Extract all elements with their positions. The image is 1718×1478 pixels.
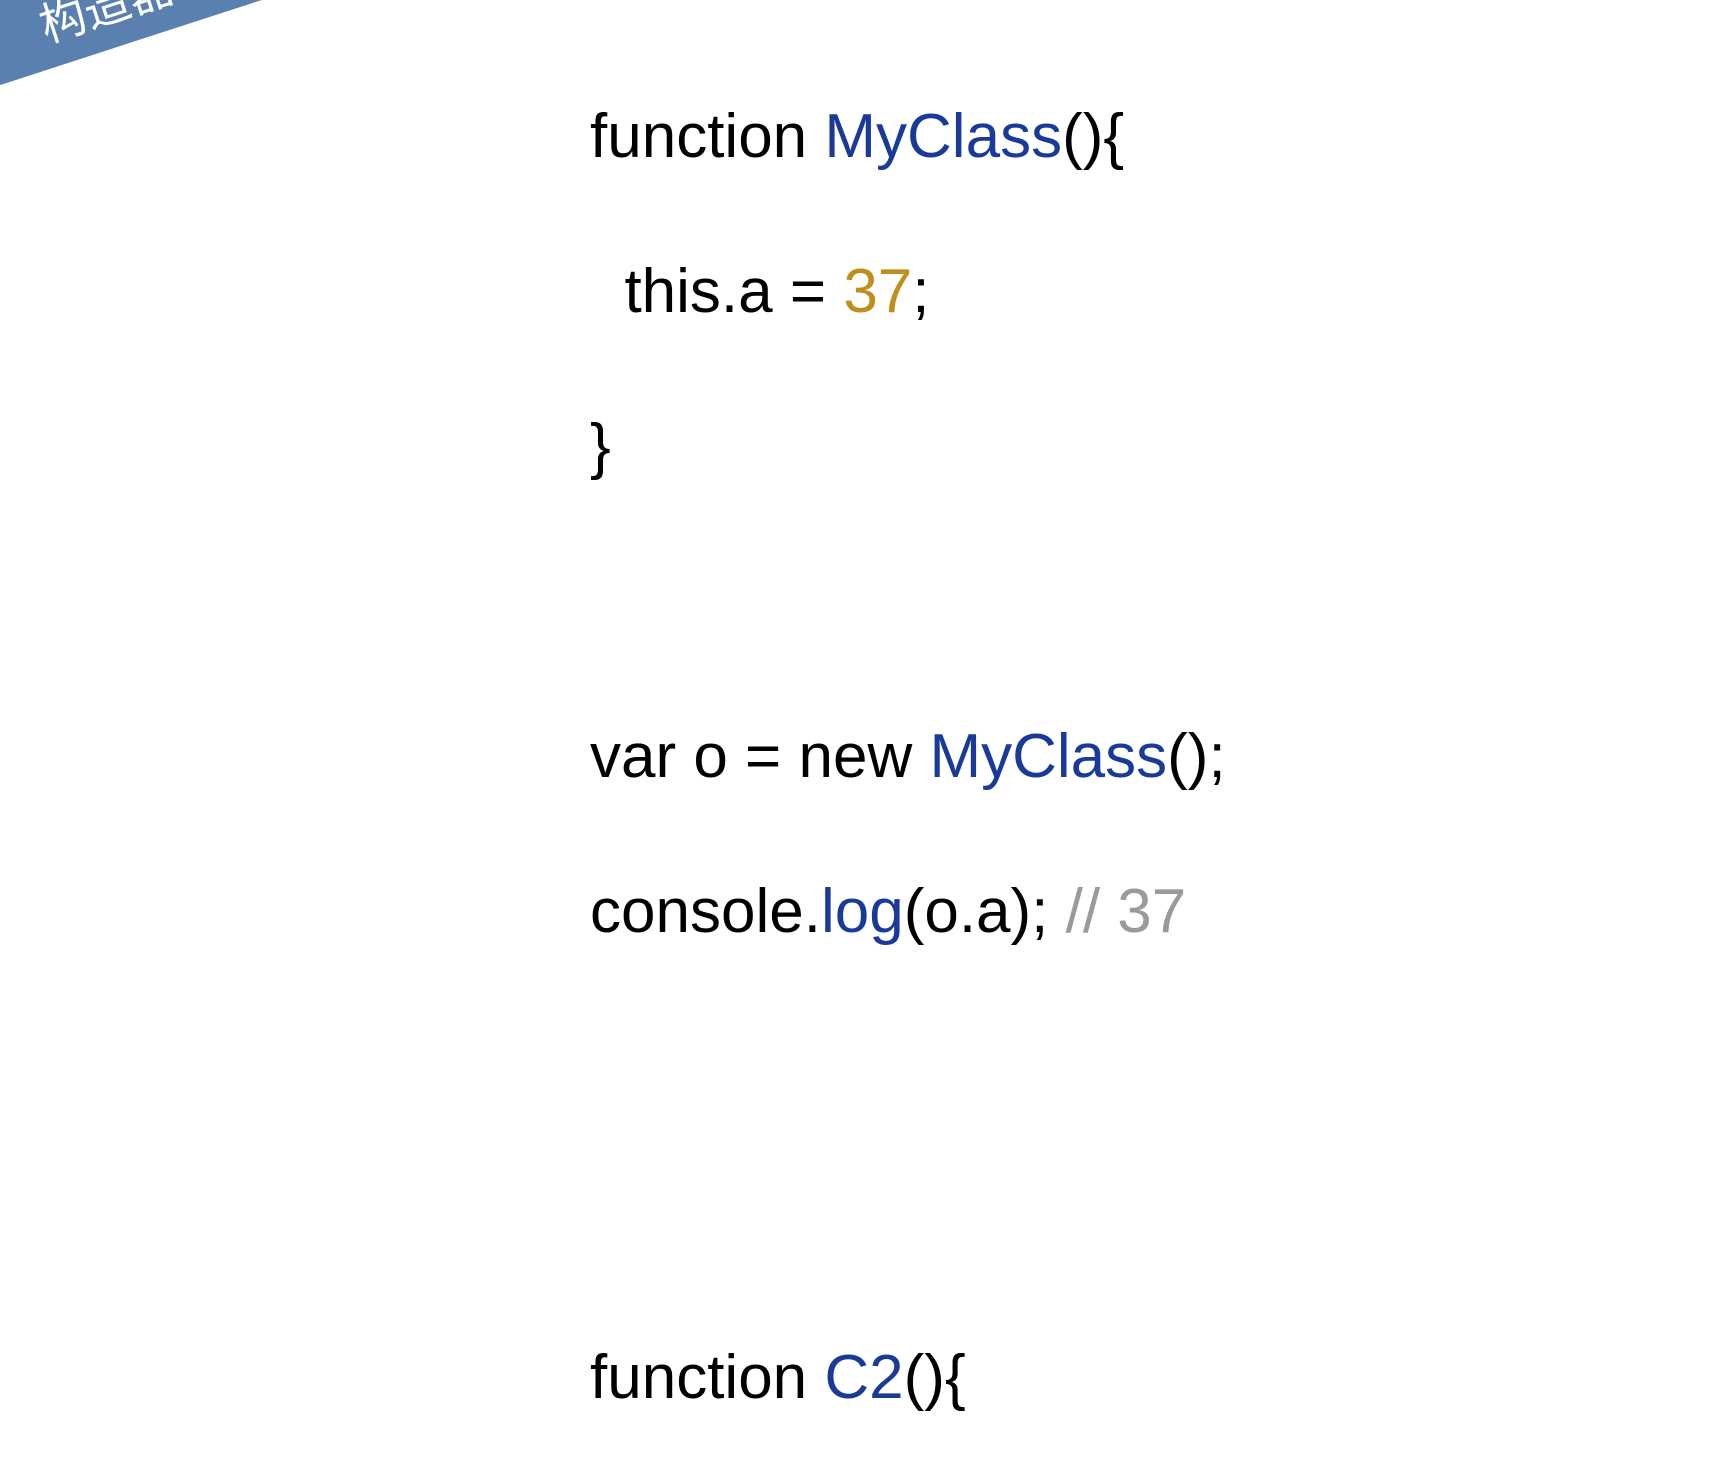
code-block: function MyClass(){ this.a = 37; } var o… xyxy=(590,20,1226,1478)
code-line-6: console.log(o.a); // 37 xyxy=(590,873,1226,951)
brace-close: } xyxy=(590,412,611,481)
number-literal: 37 xyxy=(843,257,912,326)
identifier-myclass: MyClass xyxy=(824,102,1062,171)
identifier-log: log xyxy=(821,877,904,946)
paren: (); xyxy=(1167,722,1226,791)
statement: this.a = xyxy=(590,257,843,326)
blank-line xyxy=(590,1184,1226,1262)
identifier-myclass: MyClass xyxy=(929,722,1167,791)
code-line-5: var o = new MyClass(); xyxy=(590,718,1226,796)
code-line-3: } xyxy=(590,408,1226,486)
comment: // 37 xyxy=(1066,877,1187,946)
statement: console. xyxy=(590,877,821,946)
blank-line xyxy=(590,563,1226,641)
slide-title-ribbon: 构造器中的this xyxy=(0,0,455,123)
code-line-8: function C2(){ xyxy=(590,1339,1226,1417)
keyword-function: function xyxy=(590,102,824,171)
identifier-c2: C2 xyxy=(824,1343,903,1412)
brace-open: (){ xyxy=(904,1343,966,1412)
statement: var o = new xyxy=(590,722,929,791)
semicolon: ; xyxy=(912,257,929,326)
slide-title-text: 构造器中的this xyxy=(30,0,337,56)
brace-open: (){ xyxy=(1062,102,1124,171)
paren: (o.a); xyxy=(904,877,1066,946)
blank-line xyxy=(590,1028,1226,1106)
code-line-1: function MyClass(){ xyxy=(590,98,1226,176)
code-line-2: this.a = 37; xyxy=(590,253,1226,331)
keyword-function: function xyxy=(590,1343,824,1412)
